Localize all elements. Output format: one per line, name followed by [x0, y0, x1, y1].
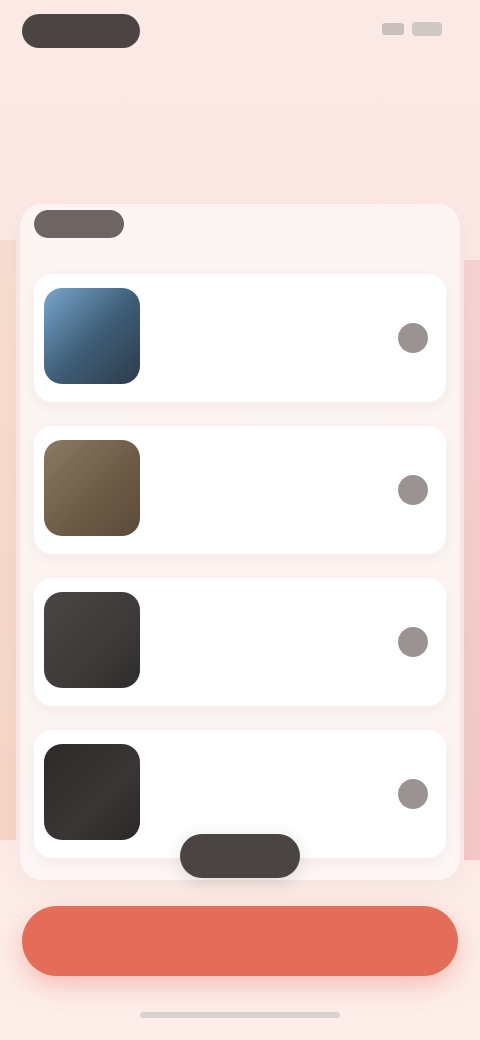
- select-radio[interactable]: [398, 779, 428, 809]
- primary-button[interactable]: [22, 906, 458, 976]
- item-desc-line: [158, 622, 378, 640]
- item-desc-line: [158, 354, 378, 372]
- item-desc-line: [158, 774, 378, 792]
- list-item[interactable]: [34, 426, 446, 554]
- status-bar: [0, 0, 480, 60]
- select-radio[interactable]: [398, 627, 428, 657]
- home-indicator: [140, 1012, 340, 1018]
- item-desc-line: [158, 640, 378, 658]
- status-icons: [382, 22, 442, 36]
- floating-pill-button[interactable]: [180, 834, 300, 878]
- item-desc-line: [158, 318, 378, 336]
- item-description: [158, 318, 378, 372]
- list-item[interactable]: [34, 578, 446, 706]
- status-time-pill: [22, 14, 140, 48]
- item-description: [158, 774, 378, 828]
- item-thumbnail: [44, 440, 140, 536]
- select-radio[interactable]: [398, 475, 428, 505]
- item-desc-line: [158, 470, 378, 488]
- list-item[interactable]: [34, 274, 446, 402]
- list-badge: [34, 210, 124, 238]
- right-edge-tint: [464, 260, 480, 860]
- signal-icon: [382, 23, 404, 35]
- item-thumbnail: [44, 592, 140, 688]
- select-radio[interactable]: [398, 323, 428, 353]
- list-header: [34, 210, 140, 238]
- item-thumbnail: [44, 744, 140, 840]
- left-edge-tint: [0, 240, 16, 840]
- item-thumbnail: [44, 288, 140, 384]
- item-desc-line: [158, 792, 378, 810]
- item-description: [158, 470, 378, 524]
- battery-icon: [412, 22, 442, 36]
- options-list: [20, 204, 460, 880]
- item-desc-line: [158, 336, 378, 354]
- item-desc-line: [158, 506, 378, 524]
- item-description: [158, 622, 378, 676]
- page-title: [20, 146, 380, 186]
- item-desc-line: [158, 810, 378, 828]
- item-desc-line: [158, 488, 378, 506]
- subtitle: [80, 86, 330, 108]
- item-desc-line: [158, 658, 378, 676]
